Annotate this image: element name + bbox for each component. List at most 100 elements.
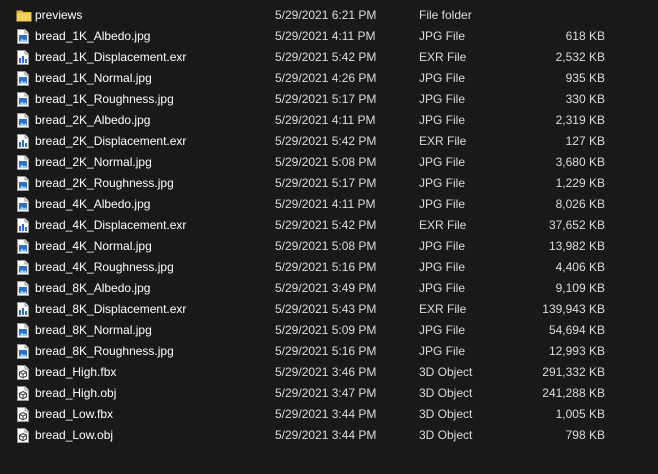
file-size: 13,982 KB (548, 239, 605, 253)
file-row[interactable]: bread_1K_Displacement.exr 5/29/2021 5:42… (0, 47, 658, 68)
file-size: 291,332 KB (542, 365, 605, 379)
3d-object-icon (16, 386, 30, 401)
file-name: bread_1K_Roughness.jpg (35, 92, 174, 106)
file-row[interactable]: bread_Low.fbx 5/29/2021 3:44 PM 3D Objec… (0, 404, 658, 425)
file-name: bread_2K_Albedo.jpg (35, 113, 151, 127)
file-date-modified: 5/29/2021 6:21 PM (275, 8, 377, 22)
file-name: bread_High.obj (35, 386, 117, 400)
file-row[interactable]: bread_High.fbx 5/29/2021 3:46 PM 3D Obje… (0, 362, 658, 383)
file-row[interactable]: bread_8K_Roughness.jpg 5/29/2021 5:16 PM… (0, 341, 658, 362)
file-date-modified: 5/29/2021 5:09 PM (275, 323, 377, 337)
file-row[interactable]: bread_2K_Displacement.exr 5/29/2021 5:42… (0, 131, 658, 152)
file-type: JPG File (419, 281, 466, 295)
exr-file-icon (16, 218, 30, 233)
file-date-modified: 5/29/2021 5:16 PM (275, 344, 377, 358)
file-name: bread_2K_Roughness.jpg (35, 176, 174, 190)
file-type: JPG File (419, 113, 466, 127)
file-name: bread_4K_Albedo.jpg (35, 197, 151, 211)
file-row[interactable]: bread_1K_Normal.jpg 5/29/2021 4:26 PM JP… (0, 68, 658, 89)
image-file-icon (16, 29, 30, 44)
image-file-icon (16, 176, 30, 191)
file-type: EXR File (419, 302, 467, 316)
image-file-icon (16, 113, 30, 128)
file-row[interactable]: bread_8K_Displacement.exr 5/29/2021 5:43… (0, 299, 658, 320)
file-type: JPG File (419, 197, 466, 211)
file-date-modified: 5/29/2021 3:46 PM (275, 365, 377, 379)
file-row[interactable]: bread_8K_Normal.jpg 5/29/2021 5:09 PM JP… (0, 320, 658, 341)
file-type: JPG File (419, 176, 466, 190)
file-date-modified: 5/29/2021 5:42 PM (275, 50, 377, 64)
file-name: bread_Low.fbx (35, 407, 114, 421)
image-file-icon (16, 197, 30, 212)
file-row[interactable]: bread_Low.obj 5/29/2021 3:44 PM 3D Objec… (0, 425, 658, 446)
file-date-modified: 5/29/2021 3:44 PM (275, 407, 377, 421)
file-type: JPG File (419, 323, 466, 337)
file-size: 241,288 KB (542, 386, 605, 400)
file-name: bread_4K_Roughness.jpg (35, 260, 174, 274)
file-type: 3D Object (419, 365, 473, 379)
file-size: 330 KB (565, 92, 605, 106)
file-date-modified: 5/29/2021 4:26 PM (275, 71, 377, 85)
file-type: JPG File (419, 71, 466, 85)
file-name: bread_1K_Normal.jpg (35, 71, 152, 85)
file-row[interactable]: bread_4K_Roughness.jpg 5/29/2021 5:16 PM… (0, 257, 658, 278)
file-size: 8,026 KB (555, 197, 605, 211)
file-list: previews 5/29/2021 6:21 PM File folder b… (0, 5, 658, 446)
file-row[interactable]: bread_1K_Roughness.jpg 5/29/2021 5:17 PM… (0, 89, 658, 110)
file-size: 2,532 KB (555, 50, 605, 64)
file-date-modified: 5/29/2021 5:42 PM (275, 134, 377, 148)
file-date-modified: 5/29/2021 3:44 PM (275, 428, 377, 442)
3d-object-icon (16, 365, 30, 380)
file-row[interactable]: bread_4K_Albedo.jpg 5/29/2021 4:11 PM JP… (0, 194, 658, 215)
file-date-modified: 5/29/2021 5:43 PM (275, 302, 377, 316)
3d-object-icon (16, 407, 30, 422)
image-file-icon (16, 239, 30, 254)
exr-file-icon (16, 50, 30, 65)
file-type: JPG File (419, 155, 466, 169)
file-size: 798 KB (565, 428, 605, 442)
file-row[interactable]: bread_4K_Displacement.exr 5/29/2021 5:42… (0, 215, 658, 236)
file-size: 37,652 KB (548, 218, 605, 232)
file-size: 618 KB (565, 29, 605, 43)
file-row[interactable]: bread_8K_Albedo.jpg 5/29/2021 3:49 PM JP… (0, 278, 658, 299)
file-size: 1,005 KB (555, 407, 605, 421)
file-row[interactable]: bread_2K_Normal.jpg 5/29/2021 5:08 PM JP… (0, 152, 658, 173)
file-date-modified: 5/29/2021 5:08 PM (275, 239, 377, 253)
file-size: 9,109 KB (555, 281, 605, 295)
file-type: JPG File (419, 260, 466, 274)
file-row[interactable]: bread_2K_Albedo.jpg 5/29/2021 4:11 PM JP… (0, 110, 658, 131)
file-row[interactable]: previews 5/29/2021 6:21 PM File folder (0, 5, 658, 26)
image-file-icon (16, 71, 30, 86)
image-file-icon (16, 260, 30, 275)
image-file-icon (16, 92, 30, 107)
file-date-modified: 5/29/2021 4:11 PM (275, 197, 376, 211)
file-type: JPG File (419, 344, 466, 358)
file-type: EXR File (419, 134, 467, 148)
file-date-modified: 5/29/2021 5:17 PM (275, 92, 377, 106)
file-type: EXR File (419, 218, 467, 232)
file-name: bread_1K_Albedo.jpg (35, 29, 151, 43)
file-type: JPG File (419, 92, 466, 106)
file-name: bread_4K_Normal.jpg (35, 239, 152, 253)
exr-file-icon (16, 134, 30, 149)
file-row[interactable]: bread_1K_Albedo.jpg 5/29/2021 4:11 PM JP… (0, 26, 658, 47)
file-row[interactable]: bread_4K_Normal.jpg 5/29/2021 5:08 PM JP… (0, 236, 658, 257)
file-size: 139,943 KB (542, 302, 605, 316)
file-date-modified: 5/29/2021 5:42 PM (275, 218, 377, 232)
file-row[interactable]: bread_2K_Roughness.jpg 5/29/2021 5:17 PM… (0, 173, 658, 194)
file-type: 3D Object (419, 407, 473, 421)
image-file-icon (16, 344, 30, 359)
image-file-icon (16, 323, 30, 338)
exr-file-icon (16, 302, 30, 317)
file-type: 3D Object (419, 386, 473, 400)
file-date-modified: 5/29/2021 3:47 PM (275, 386, 377, 400)
file-date-modified: 5/29/2021 3:49 PM (275, 281, 377, 295)
file-size: 127 KB (565, 134, 605, 148)
file-date-modified: 5/29/2021 4:11 PM (275, 113, 376, 127)
image-file-icon (16, 155, 30, 170)
file-date-modified: 5/29/2021 5:16 PM (275, 260, 377, 274)
file-size: 54,694 KB (548, 323, 605, 337)
file-explorer-window: { "files": [ {"name": "previews", "date"… (0, 0, 658, 474)
file-row[interactable]: bread_High.obj 5/29/2021 3:47 PM 3D Obje… (0, 383, 658, 404)
file-type: File folder (419, 8, 472, 22)
